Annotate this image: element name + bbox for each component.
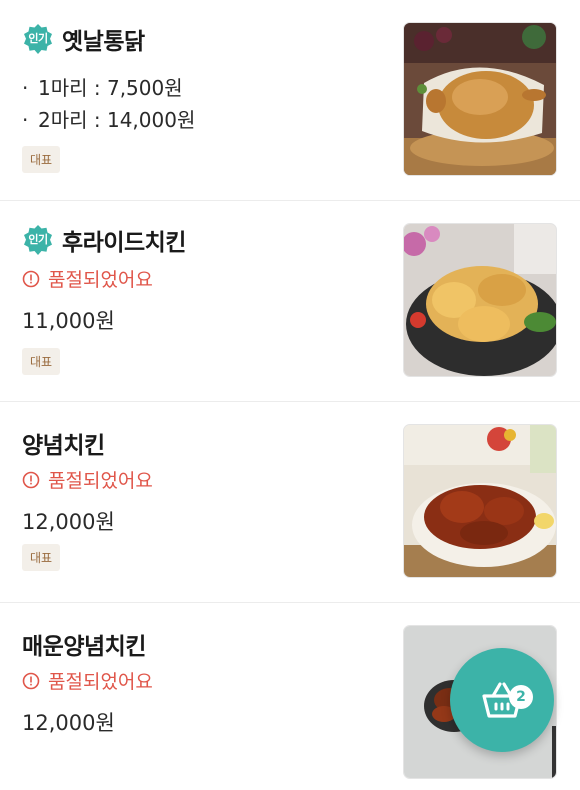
menu-item[interactable]: 인기 후라이드치킨 품절되었어요 11,000원 대표: [0, 201, 580, 402]
menu-item-price: 12,000원: [22, 510, 115, 534]
alert-circle-icon: [22, 471, 40, 488]
menu-item[interactable]: 양념치킨 품절되었어요 12,000원 대표: [0, 402, 580, 603]
menu-item-title-row: 양념치킨: [22, 426, 105, 460]
alert-circle-icon: [22, 672, 40, 689]
whole-fried-chicken-photo: [403, 22, 557, 176]
menu-item-name: 옛날통닭: [62, 29, 145, 55]
menu-item-price: 12,000원: [22, 711, 115, 735]
option-text: 2마리 : 14,000원: [38, 108, 196, 132]
popular-badge: 인기: [22, 23, 54, 55]
representative-badge: 대표: [22, 348, 61, 375]
menu-item-name: 후라이드치킨: [62, 230, 186, 256]
menu-item[interactable]: 인기 옛날통닭 · 1마리 : 7,500원 · 2마리 : 14,000원 대표: [0, 0, 580, 201]
soldout-text: 품절되었어요: [48, 269, 153, 291]
option-line: · 1마리 : 7,500원: [22, 72, 195, 104]
popular-badge-label: 인기: [28, 32, 48, 45]
menu-item-title-row: 매운양념치킨: [22, 627, 146, 661]
menu-item-title-row: 인기 옛날통닭: [22, 22, 145, 56]
soldout-text: 품절되었어요: [48, 671, 153, 693]
soldout-status: 품절되었어요: [22, 466, 153, 493]
menu-item-price: 11,000원: [22, 309, 115, 333]
representative-badge: 대표: [22, 146, 61, 173]
popular-badge-label: 인기: [28, 233, 48, 246]
menu-item-name: 매운양념치킨: [22, 634, 146, 660]
option-text: 1마리 : 7,500원: [38, 76, 183, 100]
alert-circle-icon: [22, 270, 40, 287]
soldout-text: 품절되었어요: [48, 470, 153, 492]
cart-count-badge: 2: [509, 685, 533, 709]
cart-button[interactable]: 2: [450, 648, 554, 752]
soldout-status: 품절되었어요: [22, 667, 153, 694]
seasoned-chicken-photo: [403, 424, 557, 578]
option-list: · 1마리 : 7,500원 · 2마리 : 14,000원: [22, 72, 195, 136]
option-line: · 2마리 : 14,000원: [22, 104, 195, 136]
fried-chicken-photo: [403, 223, 557, 377]
representative-badge: 대표: [22, 544, 61, 571]
soldout-status: 품절되었어요: [22, 265, 153, 292]
popular-badge: 인기: [22, 224, 54, 256]
menu-item-title-row: 인기 후라이드치킨: [22, 223, 186, 257]
menu-item-name: 양념치킨: [22, 433, 105, 459]
